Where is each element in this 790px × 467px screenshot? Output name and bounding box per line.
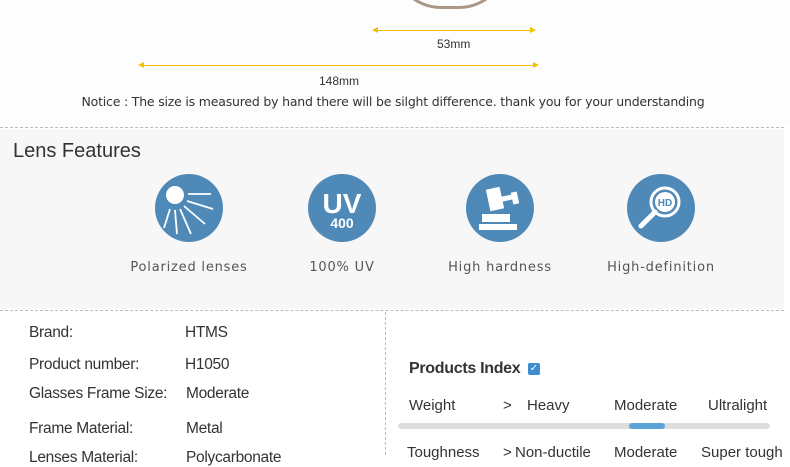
products-index-title: Products Index (409, 360, 521, 377)
feature-label: 100% UV (309, 260, 375, 275)
check-icon: ✓ (528, 363, 540, 375)
hd-icon-text: HD (658, 198, 672, 209)
feature-label: High-definition (607, 260, 715, 275)
weight-level: Heavy (527, 397, 570, 414)
feature-hardness: High hardness (420, 174, 580, 275)
size-notice: Notice : The size is measured by hand th… (81, 94, 705, 109)
toughness-level: Super tough (701, 444, 783, 461)
divider (0, 127, 784, 128)
lens-width-label: 53mm (437, 37, 471, 51)
uv400-icon: UV 400 (308, 174, 376, 242)
spec-key: Brand: (29, 324, 73, 341)
dimension-area: 53mm 148mm Notice : The size is measured… (0, 0, 790, 125)
feature-uv: UV 400 100% UV (262, 174, 422, 275)
arrow-icon: > (503, 397, 512, 414)
weight-index-track (398, 423, 770, 429)
weight-level: Ultralight (708, 397, 768, 414)
total-width-arrow-right (533, 62, 539, 68)
lens-width-line (376, 30, 532, 31)
arrow-icon: > (503, 444, 512, 461)
weight-level: Moderate (614, 397, 678, 414)
gavel-icon (466, 174, 534, 242)
spec-value: Moderate (186, 385, 250, 402)
total-width-label: 148mm (319, 74, 360, 88)
divider (0, 310, 784, 311)
lens-width-arrow-left (372, 27, 378, 33)
spec-value: H1050 (185, 356, 230, 373)
spec-key: Product number: (29, 356, 140, 373)
spec-value: Polycarbonate (186, 449, 282, 466)
spec-value: HTMS (185, 324, 228, 341)
toughness-level: Non-ductile (515, 444, 591, 461)
feature-polarized: Polarized lenses (109, 174, 269, 275)
feature-label: Polarized lenses (130, 260, 248, 275)
uv-icon-subtext: 400 (330, 215, 354, 231)
total-width-arrow-left (138, 62, 144, 68)
spec-value: Metal (186, 420, 223, 437)
feature-hd: HD High-definition (581, 174, 741, 275)
total-width-line (142, 65, 534, 66)
lens-features-title: Lens Features (13, 140, 141, 162)
spec-key: Glasses Frame Size: (29, 385, 168, 402)
lens-width-arrow-right (530, 27, 536, 33)
feature-label: High hardness (448, 260, 552, 275)
toughness-label: Toughness (407, 444, 480, 461)
spec-key: Frame Material: (29, 420, 134, 437)
lens-outline-image (392, 0, 508, 9)
hd-magnifier-icon: HD (627, 174, 695, 242)
polarized-icon (155, 174, 223, 242)
toughness-level: Moderate (614, 444, 678, 461)
weight-index-indicator (629, 423, 665, 429)
spec-key: Lenses Material: (29, 449, 138, 466)
vertical-divider (385, 312, 386, 455)
weight-label: Weight (409, 397, 456, 414)
